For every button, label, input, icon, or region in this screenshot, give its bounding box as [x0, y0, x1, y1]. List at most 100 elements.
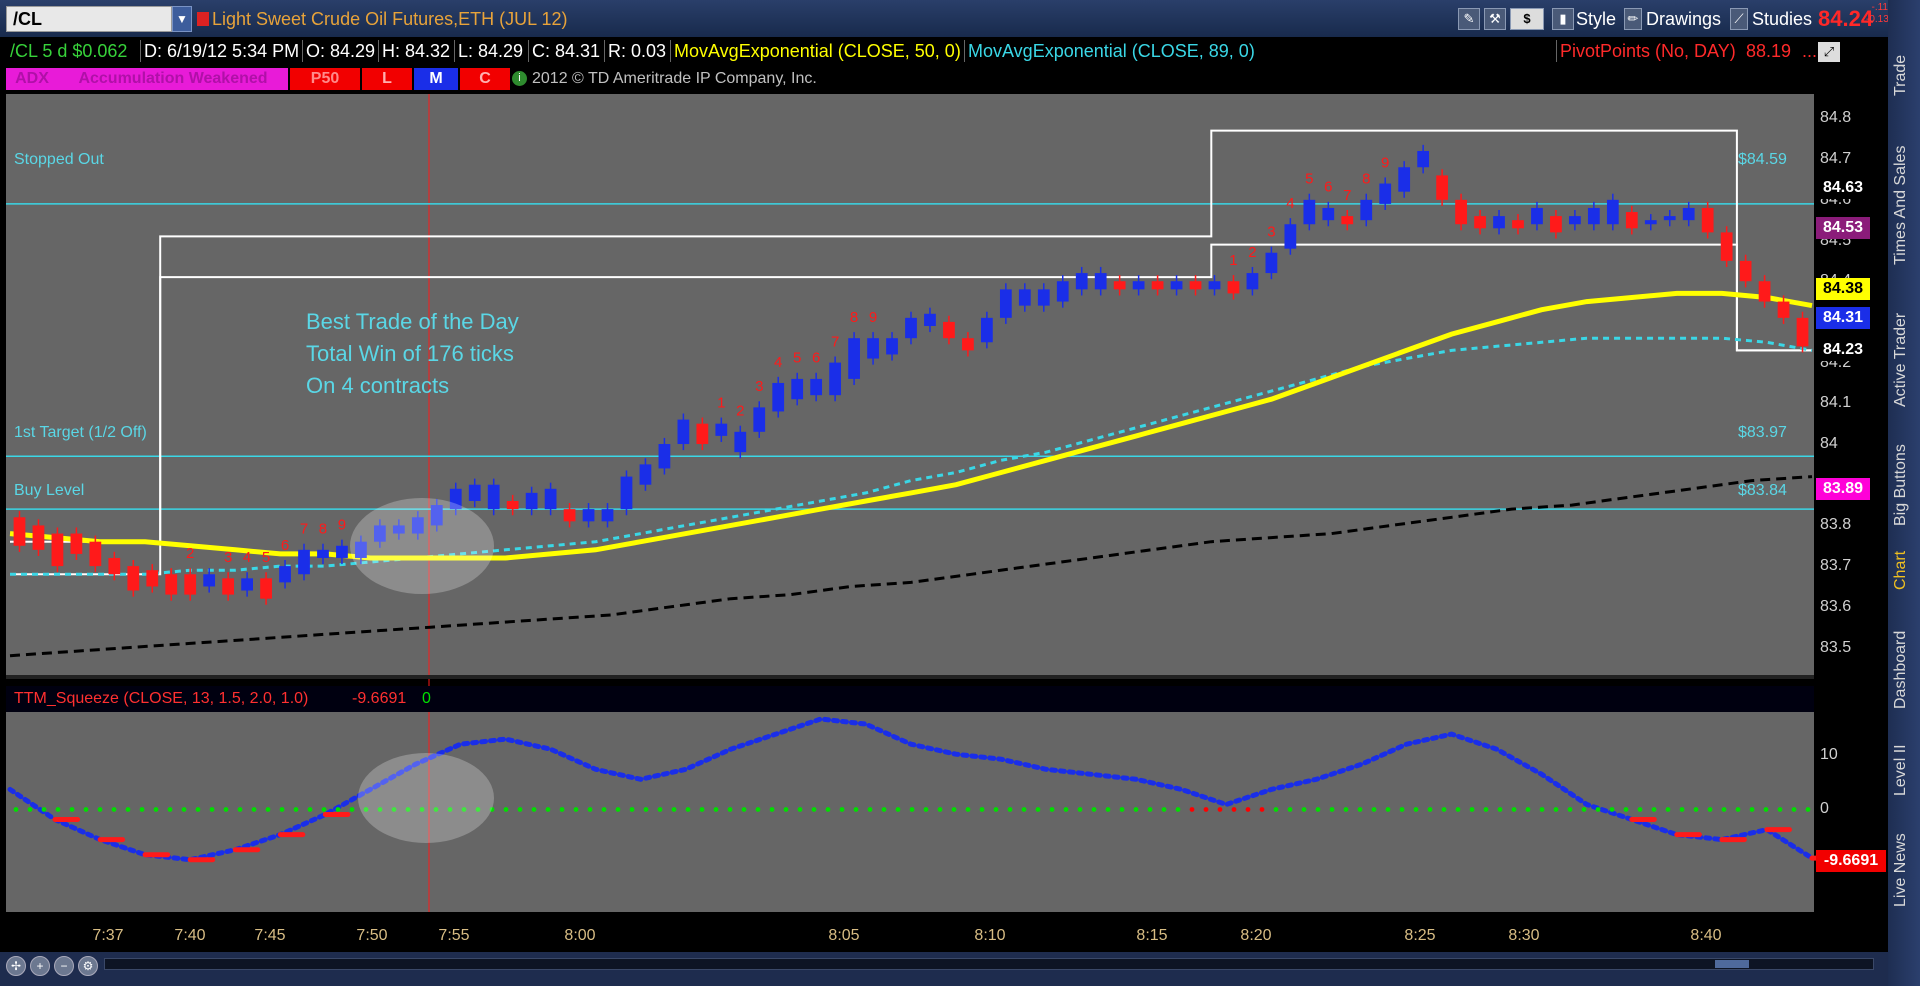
squeeze-dot: [1777, 807, 1783, 812]
candle-body: [108, 557, 121, 575]
price-tag: 84.63: [1816, 176, 1870, 199]
candle-body: [1587, 207, 1600, 225]
squeeze-dot: [671, 807, 677, 812]
scrollbar-thumb[interactable]: [1715, 960, 1749, 968]
candle-body: [810, 378, 823, 396]
candle-body: [1170, 281, 1183, 290]
sidebar-tab-dashboard[interactable]: Dashboard: [1892, 620, 1916, 720]
squeeze-dot: [825, 807, 831, 812]
squeeze-dot: [1651, 807, 1657, 812]
squeeze-dot: [1315, 807, 1321, 812]
squeeze-dot: [741, 807, 747, 812]
time-tick-label: 7:50: [356, 927, 388, 944]
squeeze-dot: [1791, 807, 1797, 812]
candle-body: [1531, 207, 1543, 225]
price-tick-label: 83.7: [1820, 557, 1852, 575]
price-tick-label: 83.6: [1820, 597, 1852, 615]
squeeze-dot: [1665, 807, 1671, 812]
buy-level-price: $83.84: [1738, 482, 1787, 499]
squeeze-signal: 0: [422, 690, 431, 707]
squeeze-dot: [349, 807, 355, 812]
squeeze-dot: [1553, 807, 1559, 812]
drawing-mode-icon[interactable]: ✢: [6, 956, 26, 976]
sidebar-tab-big-buttons[interactable]: Big Buttons: [1892, 440, 1916, 530]
squeeze-title[interactable]: TTM_Squeeze (CLOSE, 13, 1.5, 2.0, 1.0): [14, 690, 308, 708]
squeeze-dot: [1091, 807, 1097, 812]
squeeze-dot: [1133, 807, 1139, 812]
sidebar-tab-active-trader[interactable]: Active Trader: [1892, 290, 1916, 430]
squeeze-dot: [559, 807, 565, 812]
candle-body: [1284, 224, 1297, 249]
candle-body: [165, 574, 178, 595]
candle-body: [32, 525, 45, 550]
zoom-out-icon[interactable]: −: [54, 956, 74, 976]
squeeze-dot: [1287, 807, 1293, 812]
squeeze-dot: [1175, 807, 1181, 812]
squeeze-dot: [265, 807, 271, 812]
sidebar-tab-live-news[interactable]: Live News: [1892, 820, 1916, 920]
squeeze-dot: [139, 807, 145, 812]
squeeze-dot: [293, 807, 299, 812]
candle-body: [279, 566, 291, 583]
candle-body: [468, 484, 481, 501]
sequence-count-label: 9: [338, 517, 346, 534]
squeeze-value: -9.6691: [352, 690, 407, 707]
sequence-count-label: 9: [1381, 154, 1389, 171]
settings-icon[interactable]: ⚙: [78, 956, 98, 976]
squeeze-dot: [97, 807, 103, 812]
squeeze-dot: [923, 807, 929, 812]
zoom-in-icon[interactable]: +: [30, 956, 50, 976]
horizontal-scrollbar[interactable]: [104, 958, 1874, 970]
squeeze-dot: [615, 807, 621, 812]
sequence-count-label: 2: [736, 403, 744, 420]
candle-body: [127, 566, 140, 591]
squeeze-dot: [1805, 807, 1811, 812]
squeeze-dot: [867, 807, 873, 812]
sequence-count-label: 5: [262, 549, 270, 566]
sidebar-tab-times-and-sales[interactable]: Times And Sales: [1892, 130, 1916, 280]
candle-body: [51, 533, 64, 567]
squeeze-dot: [685, 807, 691, 812]
candle-body: [1474, 216, 1486, 229]
sequence-count-label: 6: [812, 350, 820, 367]
candle-body: [1303, 199, 1316, 225]
candle-body: [867, 338, 879, 359]
time-tick-label: 8:15: [1136, 927, 1168, 944]
squeeze-dot: [909, 807, 915, 812]
candle-body: [1246, 273, 1259, 290]
sequence-count-label: 1: [1229, 252, 1237, 269]
squeeze-dot: [167, 807, 173, 812]
time-tick-label: 7:45: [254, 927, 286, 944]
candle-body: [980, 317, 993, 343]
sidebar-tab-chart[interactable]: Chart: [1892, 540, 1916, 600]
candle-body: [1208, 281, 1221, 290]
squeeze-dot: [1539, 807, 1545, 812]
time-tick-label: 7:55: [438, 927, 470, 944]
squeeze-dot: [1735, 807, 1741, 812]
candle-body: [1341, 216, 1354, 225]
candle-body: [184, 574, 197, 595]
sequence-count-label: 4: [1286, 195, 1294, 212]
price-chart-svg[interactable]: 2 3 4 567 8 91 234 5 678 91 2345 6 789: [0, 0, 1888, 952]
candle-body: [1360, 199, 1373, 221]
candle-body: [1493, 216, 1505, 229]
squeeze-dot: [153, 807, 159, 812]
candle-body: [1132, 281, 1145, 290]
squeeze-dot: [335, 807, 341, 812]
time-tick-label: 8:10: [974, 927, 1006, 944]
squeeze-dot: [797, 807, 803, 812]
sidebar-tab-level-ii[interactable]: Level II: [1892, 730, 1916, 810]
candle-body: [677, 419, 690, 445]
candle-body: [772, 382, 785, 412]
squeeze-dot: [41, 807, 47, 812]
squeeze-dot: [629, 807, 635, 812]
stopped-out-label: Stopped Out: [14, 151, 104, 168]
squeeze-dot: [573, 807, 579, 812]
candle-body: [1625, 212, 1638, 229]
squeeze-dot: [1049, 807, 1055, 812]
sequence-count-label: 4: [243, 549, 251, 566]
candle-body: [1322, 207, 1335, 221]
sequence-count-label: 7: [831, 333, 839, 350]
squeeze-dot: [965, 807, 971, 812]
sidebar-tab-trade[interactable]: Trade: [1892, 40, 1916, 110]
